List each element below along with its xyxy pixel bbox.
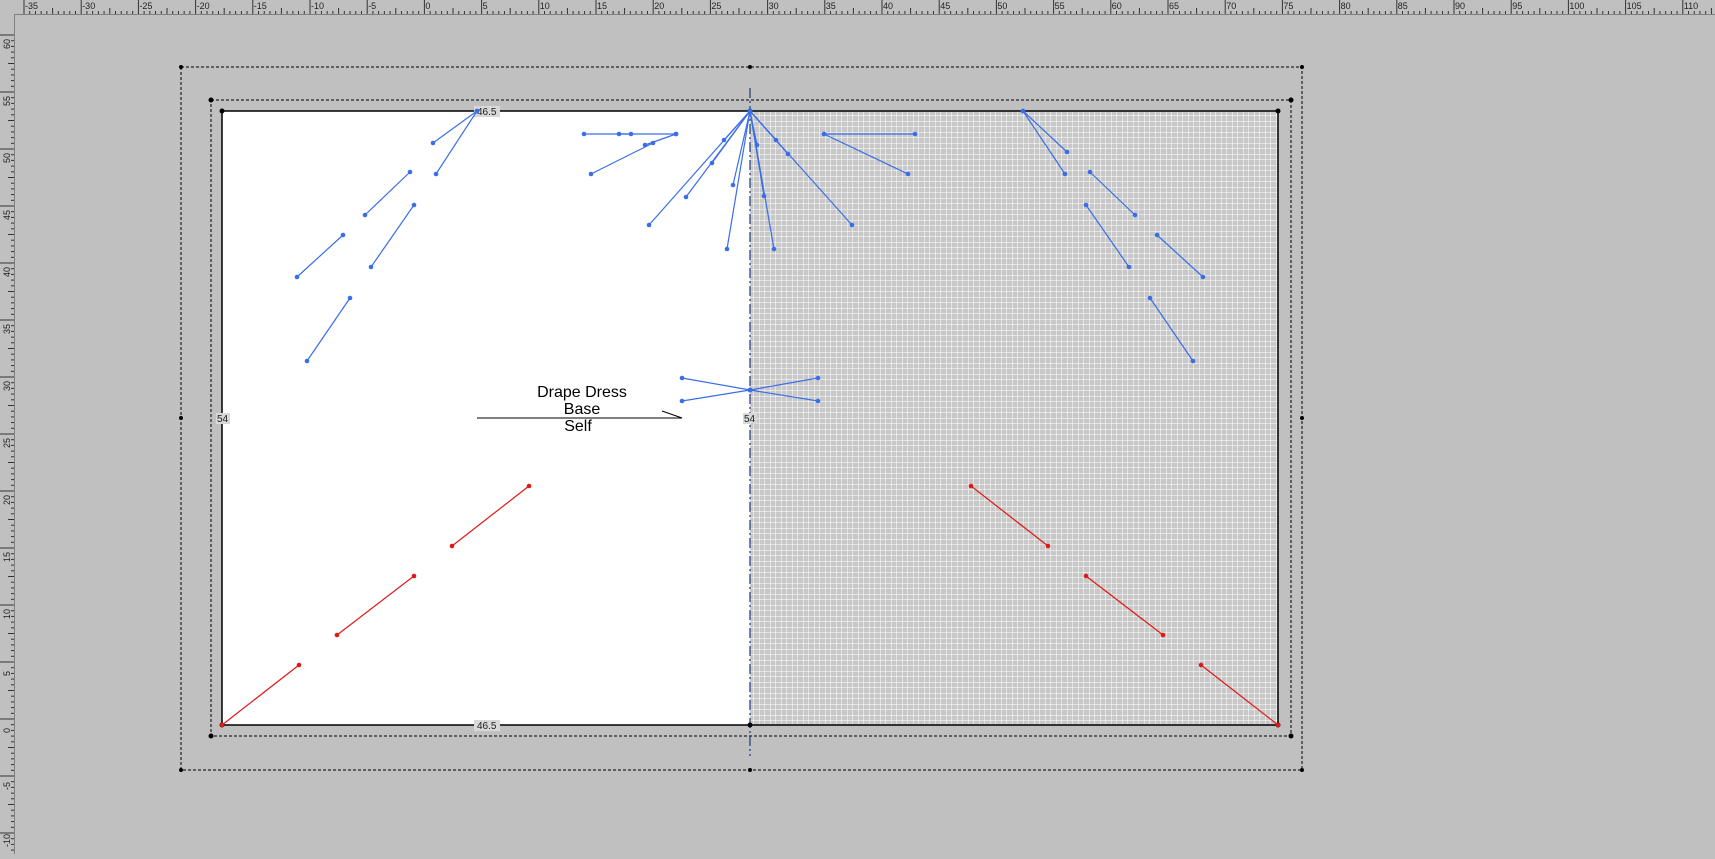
drape-line-blue-point xyxy=(747,387,753,393)
drape-line-red-point xyxy=(1045,543,1051,549)
drape-line-blue-point xyxy=(1062,171,1068,177)
drape-line-blue-point xyxy=(407,169,413,175)
svg-text:54: 54 xyxy=(217,414,229,425)
drape-line-blue-point xyxy=(642,142,648,148)
drape-line-blue-point xyxy=(679,398,685,404)
drape-line-red-point xyxy=(219,722,225,728)
drape-line-blue-point xyxy=(730,182,736,188)
drape-line-red-point xyxy=(1083,573,1089,579)
drape-line-blue-point xyxy=(1154,232,1160,238)
drape-line-blue-point xyxy=(679,375,685,381)
drape-line-blue-point xyxy=(815,398,821,404)
pattern-canvas[interactable]: 46.5 46.5 54 54 Drape Dress Base Self xyxy=(0,0,1715,854)
drape-line-blue-point xyxy=(646,222,652,228)
piece-fabric-label: Self xyxy=(564,418,592,435)
drape-line-red-point xyxy=(1160,632,1166,638)
drape-line-blue-point xyxy=(747,108,753,114)
svg-text:46.5: 46.5 xyxy=(477,721,497,732)
height-dimension-left: 54 xyxy=(216,413,230,425)
drape-line-red-point xyxy=(296,662,302,668)
drape-line-red-point xyxy=(411,573,417,579)
drape-line-blue-point xyxy=(368,264,374,270)
drape-line-red-point xyxy=(1198,662,1204,668)
drape-line-blue-point xyxy=(581,131,587,137)
drape-line-blue-point xyxy=(362,212,368,218)
drape-line-blue-point xyxy=(1132,212,1138,218)
drape-line-blue-point xyxy=(1126,264,1132,270)
piece-right-half-mirror[interactable] xyxy=(750,111,1278,725)
drape-line-blue-point xyxy=(771,246,777,252)
drape-line-red-point xyxy=(526,483,532,489)
height-dimension-center: 54 xyxy=(743,413,757,425)
drape-line-red-point xyxy=(1275,722,1281,728)
drape-line-blue-point xyxy=(1020,108,1026,114)
svg-text:46.5: 46.5 xyxy=(477,107,497,118)
drape-line-blue-point xyxy=(430,140,436,146)
drape-line-blue-point xyxy=(815,375,821,381)
piece-name-label: Drape Dress xyxy=(537,384,627,401)
drape-line-blue-point xyxy=(294,274,300,280)
drape-line-blue-point xyxy=(724,246,730,252)
drape-line-blue-point xyxy=(905,171,911,177)
svg-text:54: 54 xyxy=(744,414,756,425)
drape-line-red-point xyxy=(334,632,340,638)
drape-line-blue-point xyxy=(347,295,353,301)
drape-line-blue-point xyxy=(1147,295,1153,301)
drape-line-blue-point xyxy=(588,171,594,177)
drape-line-blue-point xyxy=(1087,169,1093,175)
drape-line-blue-point xyxy=(683,194,689,200)
drape-line-blue-point xyxy=(1200,274,1206,280)
width-dimension-bottom: 46.5 xyxy=(474,720,500,732)
drape-line-blue-point xyxy=(474,108,480,114)
drape-line-blue-point xyxy=(1083,202,1089,208)
drape-line-blue-point xyxy=(616,131,622,137)
drape-line-blue-point xyxy=(912,131,918,137)
drape-line-red-point xyxy=(968,483,974,489)
drape-line-blue-point xyxy=(1064,149,1070,155)
drape-line-blue-point xyxy=(821,131,827,137)
drape-line-blue-point xyxy=(849,222,855,228)
drape-line-blue-point xyxy=(304,358,310,364)
drape-line-blue-point xyxy=(411,202,417,208)
drape-line-blue-point xyxy=(1190,358,1196,364)
drape-line-blue-point xyxy=(340,232,346,238)
piece-category-label: Base xyxy=(564,401,601,418)
drape-line-blue-point xyxy=(433,171,439,177)
drape-line-blue-point xyxy=(673,131,679,137)
drape-line-red-point xyxy=(449,543,455,549)
